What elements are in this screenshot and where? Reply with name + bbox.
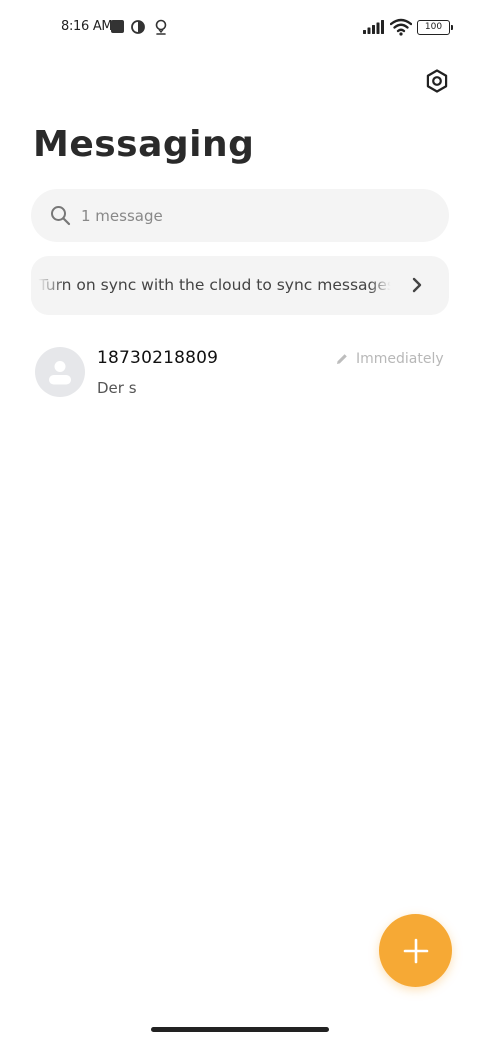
sync-text-container: Turn on sync with the cloud to sync mess… [31,256,393,315]
contact-name: 18730218809 [97,348,219,368]
sync-banner-text: Turn on sync with the cloud to sync mess… [38,276,393,294]
battery-icon: 100 [417,20,453,35]
default-contact-icon [49,361,71,385]
gear-icon [426,69,448,93]
battery-level: 100 [424,22,443,32]
status-time: 8:16 AM [61,19,113,34]
status-bar: 8:16 AM 100 [0,0,480,56]
wifi-icon [390,18,412,36]
message-time: Immediately [356,351,444,367]
new-message-button[interactable] [379,914,452,987]
signal-icon [363,20,384,34]
location-pin-icon [155,19,167,35]
conversation-row[interactable]: 18730218809 Der s Immediately [0,332,480,414]
search-bar[interactable] [31,189,449,242]
sync-fade-left [31,256,65,315]
chevron-right-icon [412,277,422,293]
sync-fade-right [369,256,393,315]
message-snippet: Der s [97,379,137,397]
settings-button[interactable] [420,64,454,98]
notification-square-icon [111,20,124,33]
avatar[interactable] [35,347,85,397]
sync-banner[interactable]: Turn on sync with the cloud to sync mess… [31,256,449,315]
data-saver-icon [131,20,145,34]
search-input[interactable] [81,189,421,242]
page-title: Messaging [33,124,255,165]
search-icon [51,206,71,226]
plus-icon [403,938,428,963]
home-indicator[interactable] [151,1027,329,1032]
draft-pencil-icon [337,354,347,364]
